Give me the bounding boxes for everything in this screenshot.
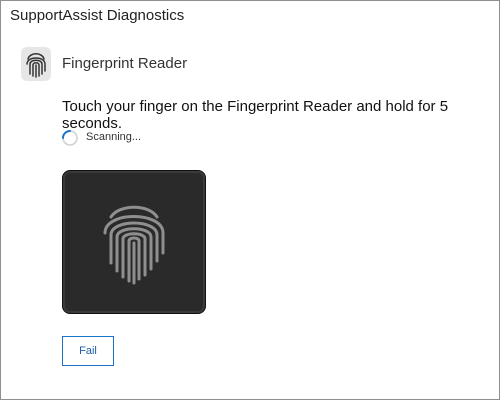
window-title: SupportAssist Diagnostics <box>10 7 185 24</box>
fingerprint-icon <box>21 47 51 81</box>
scanning-status: Scanning... <box>86 131 142 143</box>
diagnostics-window: SupportAssist Diagnostics Fingerprint Re… <box>0 0 500 400</box>
fingerprint-icon <box>103 205 165 285</box>
loading-spinner-icon <box>62 130 78 146</box>
fail-button[interactable]: Fail <box>62 336 114 366</box>
device-name: Fingerprint Reader <box>62 55 188 72</box>
fingerprint-scan-pad <box>62 170 206 314</box>
instruction-text: Touch your finger on the Fingerprint Rea… <box>62 98 449 132</box>
